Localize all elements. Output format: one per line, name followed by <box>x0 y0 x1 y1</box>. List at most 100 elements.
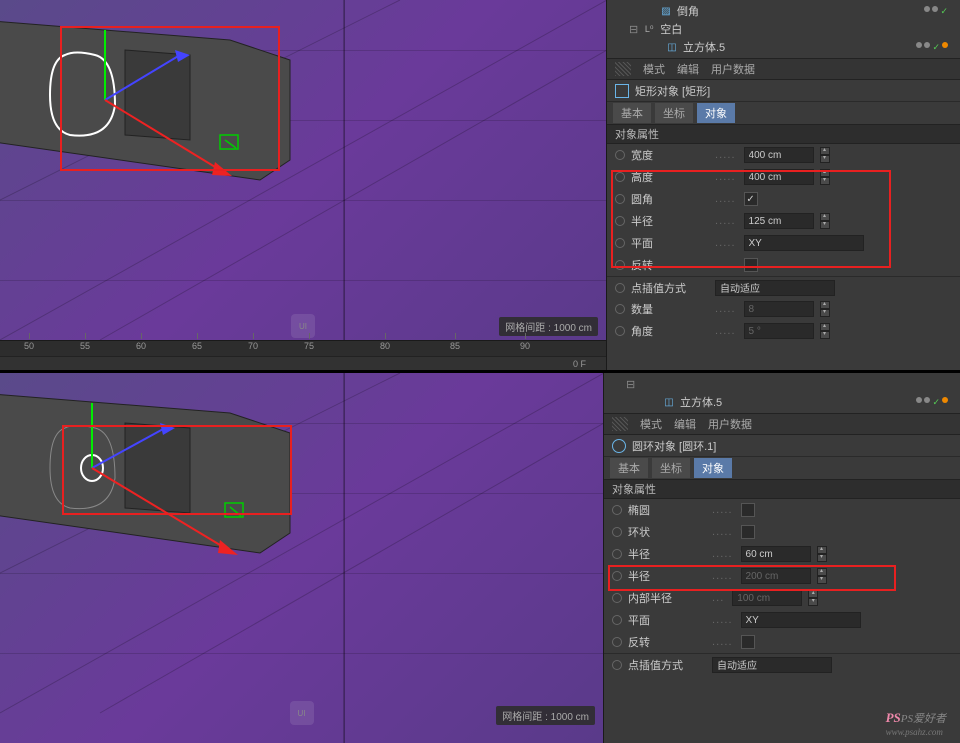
anim-dot[interactable] <box>615 260 625 270</box>
anim-dot[interactable] <box>615 283 625 293</box>
uicn-watermark: UI <box>290 701 314 725</box>
mode-menu[interactable]: 模式 <box>643 61 665 77</box>
plane-label: 平面 <box>631 235 709 251</box>
anim-dot[interactable] <box>612 527 622 537</box>
section-header: 对象属性 <box>604 479 960 499</box>
tree-item[interactable]: 立方体.5 <box>683 39 725 55</box>
timeline-ruler[interactable]: 50 55 60 65 70 75 80 85 90 0 F <box>0 340 606 370</box>
watermark-text: PS爱好者 <box>901 713 946 725</box>
anim-dot[interactable] <box>615 304 625 314</box>
tab-coords[interactable]: 坐标 <box>655 103 693 123</box>
reverse-label: 反转 <box>628 634 706 650</box>
null-icon: L⁰ <box>642 22 656 36</box>
spinner: ▴▾ <box>808 590 818 606</box>
viewport-top[interactable]: 网格间距 : 1000 cm UI 50 55 60 65 70 75 80 8… <box>0 0 607 370</box>
anim-dot[interactable] <box>612 505 622 515</box>
spinner: ▴▾ <box>820 301 830 317</box>
object-tree[interactable]: ⊟ ◫ 立方体.5 ✓ <box>604 373 960 413</box>
reverse-label: 反转 <box>631 257 709 273</box>
radius-input[interactable] <box>744 213 814 229</box>
height-input[interactable] <box>744 169 814 185</box>
reverse-checkbox[interactable] <box>744 258 758 272</box>
drag-handle-icon <box>615 62 631 76</box>
frame-counter: 0 F <box>573 359 586 369</box>
angle-input <box>744 323 814 339</box>
inner-radius-input <box>732 590 802 606</box>
interp-select[interactable] <box>715 280 835 296</box>
plane-label: 平面 <box>628 612 706 628</box>
attributes-panel-bottom: ⊟ ◫ 立方体.5 ✓ 模式 编辑 用户数据 圆环对象 [圆环.1] 基本 坐标… <box>604 373 960 743</box>
tab-object[interactable]: 对象 <box>694 458 732 478</box>
fillet-checkbox[interactable]: ✓ <box>744 192 758 206</box>
userdata-menu[interactable]: 用户数据 <box>708 416 752 432</box>
grid-spacing-label: 网格间距 : 1000 cm <box>496 706 595 725</box>
radius-input[interactable] <box>741 546 811 562</box>
tab-object[interactable]: 对象 <box>697 103 735 123</box>
interp-label: 点插值方式 <box>628 657 706 673</box>
viewport-bottom[interactable]: 网格间距 : 1000 cm UI <box>0 373 604 743</box>
anim-dot[interactable] <box>612 637 622 647</box>
count-label: 数量 <box>631 301 709 317</box>
ring-label: 环状 <box>628 524 706 540</box>
object-name: 矩形对象 [矩形] <box>635 83 710 99</box>
angle-label: 角度 <box>631 323 709 339</box>
tree-item[interactable]: 倒角 <box>677 3 699 19</box>
anim-dot[interactable] <box>615 150 625 160</box>
userdata-menu[interactable]: 用户数据 <box>711 61 755 77</box>
attributes-panel-top: ▨ 倒角 ✓ ⊟ L⁰ 空白 ◫ 立方体.5 ✓ 模式 编辑 用户数据 矩形对象… <box>607 0 960 370</box>
watermark-url: www.psahz.com <box>886 727 943 737</box>
anim-dot[interactable] <box>612 571 622 581</box>
anim-dot[interactable] <box>612 593 622 603</box>
drag-handle-icon <box>612 417 628 431</box>
anim-dot[interactable] <box>615 172 625 182</box>
ellipse-checkbox[interactable] <box>741 503 755 517</box>
cube-icon: ◫ <box>662 395 676 409</box>
radius2-input <box>741 568 811 584</box>
radius-label: 半径 <box>631 213 709 229</box>
spinner[interactable]: ▴▾ <box>820 169 830 185</box>
cube-icon: ◫ <box>665 40 679 54</box>
object-tree[interactable]: ▨ 倒角 ✓ ⊟ L⁰ 空白 ◫ 立方体.5 ✓ <box>607 0 960 58</box>
ring-checkbox[interactable] <box>741 525 755 539</box>
grid-spacing-label: 网格间距 : 1000 cm <box>499 317 598 336</box>
tree-item[interactable]: 空白 <box>660 21 682 37</box>
fillet-label: 圆角 <box>631 191 709 207</box>
height-label: 高度 <box>631 169 709 185</box>
circle-icon <box>612 439 626 453</box>
mode-menu[interactable]: 模式 <box>640 416 662 432</box>
edit-menu[interactable]: 编辑 <box>674 416 696 432</box>
tab-basic[interactable]: 基本 <box>613 103 651 123</box>
count-input <box>744 301 814 317</box>
anim-dot[interactable] <box>615 326 625 336</box>
anim-dot[interactable] <box>612 549 622 559</box>
plane-select[interactable] <box>741 612 861 628</box>
reverse-checkbox[interactable] <box>741 635 755 649</box>
anim-dot[interactable] <box>615 216 625 226</box>
anim-dot[interactable] <box>612 660 622 670</box>
spinner[interactable]: ▴▾ <box>820 147 830 163</box>
inner-radius-label: 内部半径 <box>628 590 706 606</box>
anim-dot[interactable] <box>612 615 622 625</box>
interp-label: 点插值方式 <box>631 280 709 296</box>
edit-menu[interactable]: 编辑 <box>677 61 699 77</box>
tab-basic[interactable]: 基本 <box>610 458 648 478</box>
section-header: 对象属性 <box>607 124 960 144</box>
radius2-label: 半径 <box>628 568 706 584</box>
interp-select[interactable] <box>712 657 832 673</box>
tab-coords[interactable]: 坐标 <box>652 458 690 478</box>
spinner[interactable]: ▴▾ <box>817 546 827 562</box>
cube-icon: ▨ <box>659 4 673 18</box>
rectangle-icon <box>615 84 629 98</box>
spinner[interactable]: ▴▾ <box>820 213 830 229</box>
ellipse-label: 椭圆 <box>628 502 706 518</box>
spinner: ▴▾ <box>817 568 827 584</box>
uicn-watermark: UI <box>291 314 315 338</box>
width-input[interactable] <box>744 147 814 163</box>
anim-dot[interactable] <box>615 238 625 248</box>
object-name: 圆环对象 [圆环.1] <box>632 438 716 454</box>
width-label: 宽度 <box>631 147 709 163</box>
radius-label: 半径 <box>628 546 706 562</box>
anim-dot[interactable] <box>615 194 625 204</box>
tree-item[interactable]: 立方体.5 <box>680 394 722 410</box>
plane-select[interactable] <box>744 235 864 251</box>
